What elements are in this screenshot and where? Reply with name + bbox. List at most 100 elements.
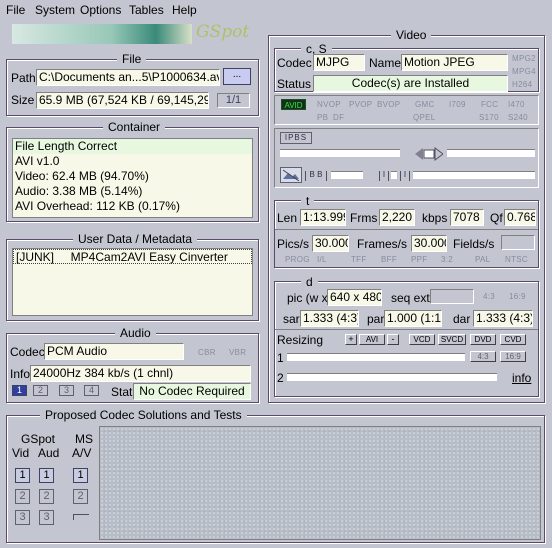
i-marker-icon: I	[400, 171, 410, 181]
browse-button[interactable]: ...	[223, 68, 251, 85]
audio-stream-3[interactable]: 3	[59, 385, 74, 396]
bff-flag: BFF	[381, 255, 398, 264]
gop-bar-5	[413, 171, 535, 179]
menu-tables[interactable]: Tables	[129, 3, 164, 17]
cbr-flag: CBR	[198, 348, 216, 357]
gspot-vid-1-button[interactable]: 1	[15, 468, 30, 483]
fields-label: Fields/s	[453, 237, 495, 251]
ms-av-3-placeholder	[73, 514, 89, 520]
resize-minus-button[interactable]: -	[387, 334, 399, 345]
fcc-flag: FCC	[481, 100, 499, 109]
gop-bar-2	[447, 149, 535, 157]
audio-stat-field: No Codec Required	[133, 383, 251, 400]
audio-stream-2[interactable]: 2	[33, 385, 48, 396]
resize-cvd-button[interactable]: CVD	[500, 334, 526, 345]
ar-43-flag: 4:3	[483, 292, 496, 301]
pics-label: Pics/s	[277, 237, 310, 251]
video-group: Video c, S Codec MJPG Name Motion JPEG M…	[268, 28, 545, 403]
aud-label: Aud	[38, 446, 60, 460]
par-field[interactable]: 1.000 (1:1)	[384, 310, 442, 327]
menu-system[interactable]: System	[35, 3, 75, 17]
audio-stream-1[interactable]: 1	[12, 385, 27, 396]
dar-field[interactable]: 1.333 (4:3)	[473, 310, 533, 327]
userdata-list[interactable]: [JUNK] MP4Cam2AVI Easy Cinverter	[12, 248, 253, 316]
app-logo: GSpot	[196, 22, 250, 42]
resize-row-1-label: 1	[277, 351, 284, 365]
audio-info-label: Info	[10, 367, 31, 381]
ms-av-1-button[interactable]: 1	[73, 468, 88, 483]
gop-bar-4	[391, 171, 397, 179]
gspot-vid-3-button[interactable]: 3	[15, 510, 30, 525]
image-icon[interactable]	[280, 167, 302, 183]
userdata-group-title: User Data / Metadata	[73, 232, 198, 246]
timing-subgroup-title: t	[301, 194, 315, 208]
fields-field[interactable]	[501, 235, 535, 250]
info-link[interactable]: info	[512, 371, 531, 385]
resize-vcd-button[interactable]: VCD	[409, 334, 435, 345]
frms-field[interactable]: 2,220	[379, 209, 415, 226]
gspot-aud-2-button[interactable]: 2	[39, 489, 54, 504]
container-line: AVI v1.0	[15, 154, 60, 168]
sar-label: sar	[283, 312, 300, 326]
video-status-label: Status	[277, 77, 312, 91]
prog-flag: PROG	[285, 255, 310, 264]
seqext-field	[430, 289, 474, 304]
menu-file[interactable]: File	[6, 3, 25, 17]
resize-43-button[interactable]: 4:3	[470, 351, 496, 362]
sar-field[interactable]: 1.333 (4:3)	[300, 310, 359, 327]
size-label: Size	[11, 93, 35, 107]
resize-plus-button[interactable]: +	[345, 334, 357, 345]
video-group-title: Video	[391, 28, 432, 42]
frms-label: Frms	[350, 211, 378, 225]
container-line: Video: 62.4 MB (94.70%)	[15, 169, 149, 183]
pulldown-flag: 3:2	[441, 255, 454, 264]
gspot-vid-2-button[interactable]: 2	[15, 489, 30, 504]
gspot-aud-1-button[interactable]: 1	[39, 468, 54, 483]
ms-av-2-button[interactable]: 2	[73, 489, 88, 504]
codec-subgroup: c, S Codec MJPG Name Motion JPEG MPG2 MP…	[274, 42, 539, 92]
frames-field[interactable]: 30.000	[411, 235, 447, 252]
len-field[interactable]: 1:13.999	[300, 209, 346, 226]
gspot-label: GSpot	[21, 432, 56, 446]
timing-subgroup: t Len 1:13.999 Frms 2,220 kbps 7078 Qf 0…	[274, 194, 539, 268]
gop-bar-3	[331, 171, 363, 179]
proposed-group: Proposed Codec Solutions and Tests GSpot…	[6, 408, 545, 543]
arrows-icon	[415, 147, 444, 161]
menu-options[interactable]: Options	[80, 3, 121, 17]
ipbs-indicator: IPBS	[280, 132, 312, 144]
audio-stream-4[interactable]: 4	[84, 385, 99, 396]
pics-field[interactable]: 30.000	[312, 235, 349, 252]
menu-help[interactable]: Help	[172, 3, 197, 17]
av-label: A/V	[72, 446, 92, 460]
path-field[interactable]: C:\Documents an...5\P1000634.avi	[36, 69, 220, 86]
resize-svcd-button[interactable]: SVCD	[438, 334, 466, 345]
kbps-field[interactable]: 7078	[450, 209, 484, 226]
gop-bar-1	[280, 149, 400, 157]
size-field[interactable]: 65.9 MB (67,524 KB / 69,145,292 b	[36, 92, 209, 109]
video-codec-field[interactable]: MJPG	[313, 54, 365, 71]
mpg2-flag: MPG2	[512, 54, 536, 63]
resize-dvd-button[interactable]: DVD	[470, 334, 496, 345]
banner-gradient	[12, 24, 192, 44]
userdata-line[interactable]: [JUNK] MP4Cam2AVI Easy Cinverter	[13, 249, 252, 264]
video-name-field[interactable]: Motion JPEG	[401, 54, 508, 71]
resize-169-button[interactable]: 16:9	[500, 351, 526, 362]
audio-group-title: Audio	[115, 326, 156, 340]
audio-info-field[interactable]: 24000Hz 384 kb/s (1 chnl)	[30, 365, 251, 382]
ar-169-flag: 16:9	[509, 292, 526, 301]
dimensions-subgroup-title: d	[301, 275, 318, 289]
audio-codec-label: Codec	[10, 345, 45, 359]
resize-row-2-label: 2	[277, 371, 284, 385]
pic-label: pic (w x	[287, 291, 328, 305]
par-label: par	[367, 312, 385, 326]
resize-avi-button[interactable]: AVI	[359, 334, 385, 345]
pic-field[interactable]: 640 x 480	[327, 289, 382, 306]
gspot-aud-3-button[interactable]: 3	[39, 510, 54, 525]
ntsc-flag: NTSC	[505, 255, 528, 264]
audio-codec-field[interactable]: PCM Audio	[44, 343, 184, 360]
qf-field[interactable]: 0.768	[504, 209, 536, 226]
audio-group: Audio Codec PCM Audio CBR VBR Info 24000…	[6, 326, 259, 403]
ppf-flag: PPF	[411, 255, 428, 264]
len-label: Len	[277, 211, 298, 225]
video-flags-panel: AVID NVOP PVOP BVOP GMC I709 FCC I470 PB…	[274, 95, 539, 125]
